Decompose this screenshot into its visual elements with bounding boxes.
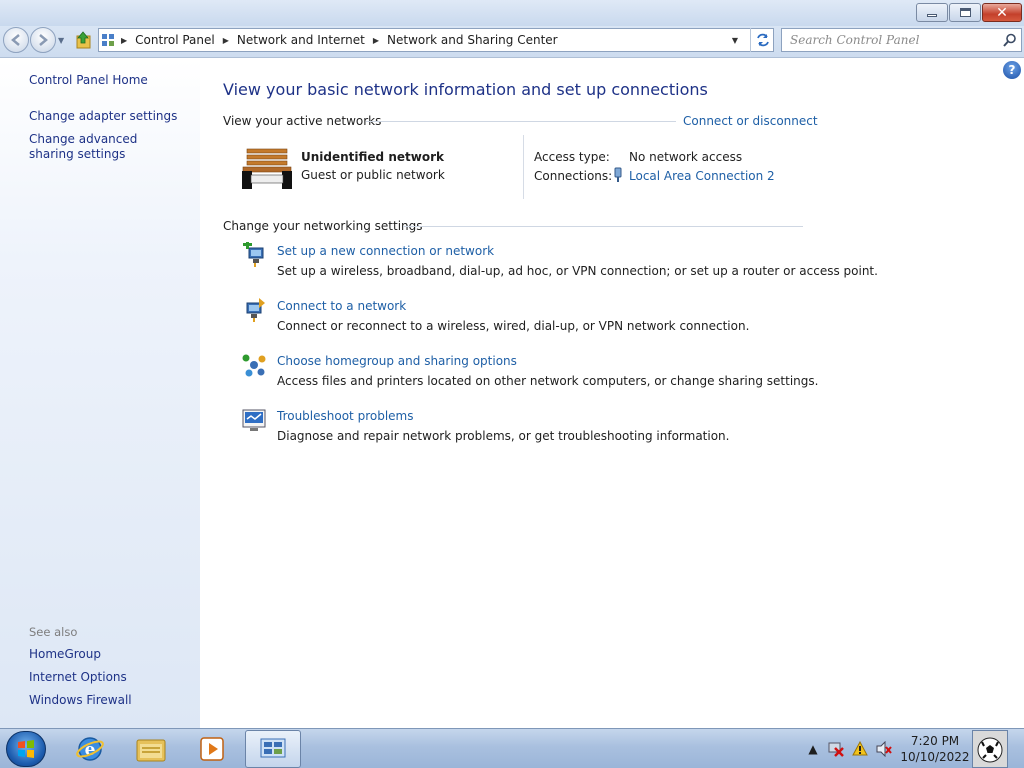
main-content: ? View your basic network information an… [200, 59, 1024, 728]
breadcrumb-control-panel[interactable]: Control Panel [131, 29, 219, 51]
search-icon[interactable] [999, 29, 1021, 51]
taskbar: e ▲ 7:20 PM 10/10/2022 [0, 728, 1024, 768]
close-icon: ✕ [996, 4, 1008, 21]
forward-button[interactable] [30, 27, 56, 53]
address-bar[interactable]: ▶ Control Panel ▶ Network and Internet ▶… [98, 28, 774, 52]
control-panel-icon [99, 29, 117, 51]
public-network-bench-icon [242, 148, 292, 189]
page-title: View your basic network information and … [223, 80, 708, 99]
homegroup-sharing-options-description: Access files and printers located on oth… [277, 374, 819, 388]
connect-or-disconnect-link[interactable]: Connect or disconnect [683, 114, 818, 128]
network-name: Unidentified network [301, 150, 444, 164]
new-connection-icon[interactable] [241, 242, 267, 268]
taskbar-media-player[interactable] [184, 730, 240, 768]
action-center-warning-icon[interactable] [852, 741, 868, 757]
internet-options-link[interactable]: Internet Options [29, 670, 127, 685]
vertical-divider [523, 135, 524, 199]
recent-pages-dropdown[interactable]: ▼ [58, 36, 68, 45]
local-area-connection-link[interactable]: Local Area Connection 2 [629, 169, 775, 183]
troubleshoot-problems-description: Diagnose and repair network problems, or… [277, 429, 730, 443]
clock-time: 7:20 PM [910, 734, 960, 748]
access-type-label: Access type: [534, 150, 610, 164]
network-status-icon[interactable] [828, 741, 844, 757]
homegroup-icon[interactable] [241, 352, 267, 378]
start-button[interactable] [6, 731, 46, 767]
taskbar-windows-explorer[interactable] [123, 730, 179, 768]
title-bar: ✕ [0, 0, 1024, 26]
help-icon[interactable]: ? [1003, 61, 1021, 79]
control-panel-home-link[interactable]: Control Panel Home [29, 73, 148, 88]
connect-to-network-description: Connect or reconnect to a wireless, wire… [277, 319, 750, 333]
change-advanced-sharing-settings-link[interactable]: Change advanced sharing settings [29, 132, 179, 162]
homegroup-link[interactable]: HomeGroup [29, 647, 101, 662]
breadcrumb-network-and-internet[interactable]: Network and Internet [233, 29, 369, 51]
breadcrumb-separator-icon[interactable]: ▶ [369, 36, 383, 45]
section-divider [403, 226, 803, 227]
media-player-icon [200, 737, 224, 761]
connect-to-network-icon[interactable] [241, 297, 267, 323]
refresh-button[interactable] [750, 28, 774, 52]
section-divider [366, 121, 676, 122]
system-clock[interactable]: 7:20 PM 10/10/2022 [900, 733, 970, 765]
breadcrumb-separator-icon[interactable]: ▶ [219, 36, 233, 45]
taskbar-internet-explorer[interactable]: e [62, 730, 118, 768]
refresh-icon [756, 33, 769, 47]
network-sharing-center-icon [260, 738, 286, 758]
change-adapter-settings-link[interactable]: Change adapter settings [29, 109, 177, 124]
minimize-icon [927, 14, 937, 17]
back-arrow-icon [11, 34, 20, 46]
maximize-button[interactable] [949, 3, 981, 22]
setup-new-connection-link[interactable]: Set up a new connection or network [277, 244, 494, 258]
windows-logo-icon [18, 740, 34, 758]
ethernet-plug-icon [614, 167, 622, 182]
networking-settings-heading: Change your networking settings [223, 219, 423, 233]
breadcrumb-network-and-sharing-center[interactable]: Network and Sharing Center [383, 29, 562, 51]
homegroup-sharing-options-link[interactable]: Choose homegroup and sharing options [277, 354, 517, 368]
see-also-heading: See also [29, 625, 78, 639]
soccer-ball-icon [977, 737, 1003, 763]
navigation-bar: ▼ ▶ Control Panel ▶ Network and Internet… [0, 26, 1024, 58]
access-type-value: No network access [629, 150, 743, 164]
internet-explorer-icon: e [76, 737, 104, 761]
windows-firewall-link[interactable]: Windows Firewall [29, 693, 132, 708]
left-pane: Control Panel Home Change adapter settin… [0, 59, 200, 728]
forward-arrow-icon [39, 34, 48, 46]
volume-muted-icon[interactable] [876, 741, 892, 757]
setup-new-connection-description: Set up a wireless, broadband, dial-up, a… [277, 264, 878, 278]
minimize-button[interactable] [916, 3, 948, 22]
connect-to-network-link[interactable]: Connect to a network [277, 299, 406, 313]
close-button[interactable]: ✕ [982, 3, 1022, 22]
clock-date: 10/10/2022 [900, 750, 970, 764]
connections-label: Connections: [534, 169, 613, 183]
troubleshoot-problems-link[interactable]: Troubleshoot problems [277, 409, 413, 423]
folder-icon [136, 739, 166, 762]
search-box[interactable]: Search Control Panel [781, 28, 1022, 52]
breadcrumb-separator-icon[interactable]: ▶ [117, 36, 131, 45]
maximize-icon [959, 8, 971, 17]
network-category-link[interactable]: Guest or public network [301, 168, 445, 182]
up-folder-icon[interactable] [75, 30, 93, 50]
user-picture-button[interactable] [972, 730, 1008, 768]
taskbar-control-panel[interactable] [245, 730, 301, 768]
troubleshoot-icon[interactable] [241, 407, 267, 433]
search-input[interactable]: Search Control Panel [782, 33, 999, 47]
show-hidden-icons-button[interactable]: ▲ [805, 741, 821, 757]
active-networks-heading: View your active networks [223, 114, 382, 128]
address-dropdown-icon[interactable]: ▼ [723, 29, 747, 51]
back-button[interactable] [3, 27, 29, 53]
